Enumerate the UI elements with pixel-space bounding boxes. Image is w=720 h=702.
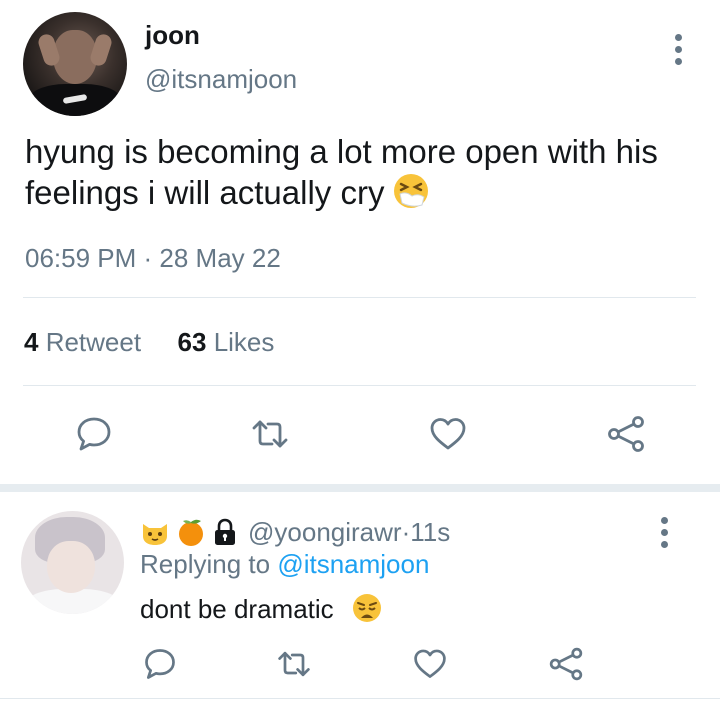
likes-label: Likes	[206, 327, 275, 357]
reply-handle[interactable]: @yoongirawr	[248, 517, 402, 548]
lock-icon	[212, 518, 238, 546]
divider	[23, 297, 696, 298]
tweet-text-content: hyung is becoming a lot more open with h…	[25, 133, 658, 211]
tweet-timestamp: 06:59 PM · 28 May 22	[25, 243, 281, 274]
like-icon[interactable]	[428, 414, 468, 454]
divider	[23, 385, 696, 386]
reply-time: 11s	[410, 516, 451, 547]
tweet-time: 06:59 PM	[25, 243, 137, 273]
reply-more-menu-icon[interactable]	[660, 517, 668, 548]
reply-author-avatar[interactable]	[21, 511, 124, 614]
tweet-stats: 4 Retweet 63 Likes	[24, 327, 274, 358]
retweet-stat[interactable]: 4 Retweet	[24, 327, 141, 357]
tweet-more-menu-icon[interactable]	[674, 34, 682, 65]
reply-retweet-icon[interactable]	[276, 646, 312, 682]
share-icon[interactable]	[606, 414, 646, 454]
author-avatar[interactable]	[23, 12, 127, 116]
tangerine-emoji-icon	[176, 517, 206, 547]
weary-face-emoji-icon	[351, 592, 383, 631]
reply-header: @yoongirawr · 11s	[140, 514, 450, 550]
retweet-label: Retweet	[38, 327, 142, 357]
retweet-count: 4	[24, 327, 39, 357]
cat-face-emoji-icon	[140, 518, 170, 546]
reply-icon[interactable]	[74, 414, 114, 454]
likes-count: 63	[177, 327, 207, 357]
retweet-icon[interactable]	[250, 414, 290, 454]
reply-reply-icon[interactable]	[142, 646, 178, 682]
likes-stat[interactable]: 63 Likes	[178, 327, 275, 357]
reply-like-icon[interactable]	[412, 646, 448, 682]
reply-share-icon[interactable]	[548, 646, 584, 682]
reply-text-content: dont be dramatic	[140, 594, 334, 624]
timestamp-separator: ·	[136, 243, 160, 273]
replying-to-mention[interactable]: @itsnamjoon	[277, 549, 429, 579]
author-handle[interactable]: @itsnamjoon	[145, 64, 297, 95]
sneezing-face-emoji-icon	[392, 172, 430, 219]
reply-time-separator: ·	[401, 516, 411, 547]
section-separator	[0, 484, 720, 492]
reply-text: dont be dramatic	[140, 592, 383, 631]
tweet-date: 28 May 22	[159, 243, 281, 273]
tweet-text: hyung is becoming a lot more open with h…	[25, 132, 685, 219]
replying-to: Replying to @itsnamjoon	[140, 549, 429, 580]
author-name[interactable]: joon	[145, 20, 200, 51]
divider	[0, 698, 720, 699]
replying-to-prefix: Replying to	[140, 549, 278, 579]
